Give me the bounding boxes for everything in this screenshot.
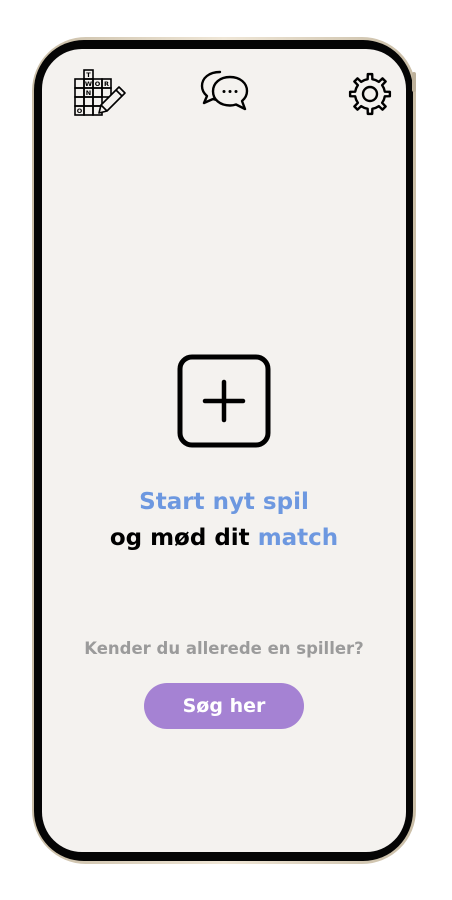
headline-meet-match: og mød dit match <box>42 523 406 553</box>
gear-icon[interactable] <box>347 71 393 117</box>
new-game-button[interactable] <box>177 354 271 448</box>
headline-prefix: og mød dit <box>109 525 258 551</box>
crossword-icon[interactable]: T W O R N O <box>72 69 128 119</box>
crossword-letter: O <box>95 80 101 88</box>
chat-bubbles-icon[interactable] <box>200 68 250 112</box>
crossword-letter: O <box>77 107 83 115</box>
headline-accent-word: match <box>257 525 339 551</box>
phone-side-button <box>412 72 416 92</box>
search-button[interactable]: Søg her <box>144 683 304 729</box>
known-player-question: Kender du allerede en spiller? <box>84 639 364 658</box>
headline-start-new-game: Start nyt spil <box>139 489 309 515</box>
plus-square-icon <box>177 354 271 448</box>
crossword-letter: N <box>86 89 91 97</box>
crossword-letter: R <box>104 80 109 88</box>
crossword-letter: W <box>85 80 92 88</box>
app-screen: T W O R N O Start nyt spil og mød dit ma… <box>42 49 406 852</box>
crossword-letter: T <box>86 71 91 79</box>
